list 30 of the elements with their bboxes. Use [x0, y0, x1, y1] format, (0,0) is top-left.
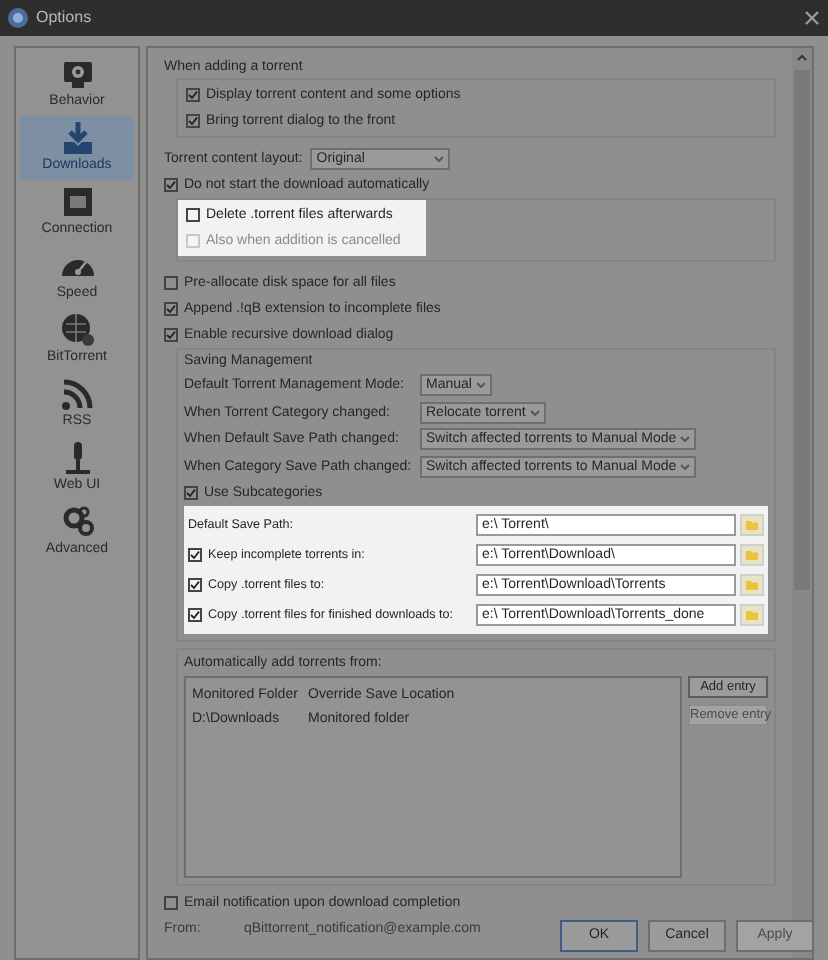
folder-icon — [746, 520, 758, 530]
checkbox[interactable] — [164, 302, 178, 316]
checkbox[interactable] — [188, 578, 202, 592]
checkbox[interactable] — [188, 608, 202, 622]
checkbox[interactable] — [164, 178, 178, 192]
scrollbar[interactable] — [792, 48, 812, 958]
checkbox[interactable] — [188, 548, 202, 562]
window-title: Options — [36, 6, 92, 30]
caret-icon — [680, 463, 691, 470]
scrollbar-thumb[interactable] — [794, 70, 810, 590]
checkbox[interactable] — [186, 88, 200, 102]
download-icon — [59, 120, 95, 156]
folder-icon — [746, 550, 758, 560]
gears-icon — [59, 504, 95, 540]
caret-icon — [680, 436, 691, 443]
checkbox[interactable] — [186, 208, 200, 222]
close-icon[interactable] — [804, 10, 820, 26]
scroll-up-icon[interactable] — [794, 50, 810, 66]
rss-icon — [59, 376, 95, 412]
caret-icon — [529, 409, 540, 416]
checkbox[interactable] — [164, 328, 178, 342]
caret-icon — [434, 155, 445, 161]
folder-icon — [746, 580, 758, 590]
checkbox[interactable] — [164, 276, 178, 290]
caret-icon — [475, 382, 486, 389]
checkbox[interactable] — [186, 114, 200, 128]
monitor-gear-icon — [59, 56, 95, 92]
folder-icon — [746, 610, 758, 620]
app-logo-icon — [8, 8, 28, 28]
checkbox[interactable] — [184, 486, 198, 500]
